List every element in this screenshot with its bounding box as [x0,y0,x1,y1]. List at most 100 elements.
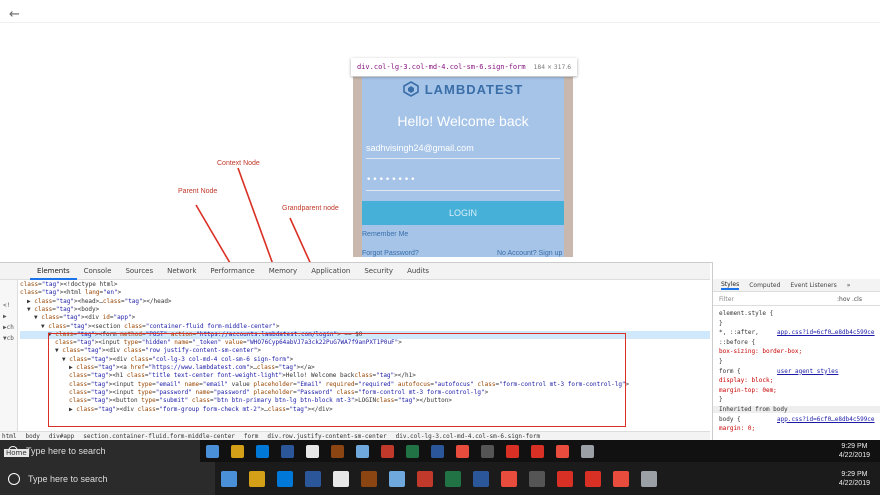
inherited-header: Inherited from body [713,406,880,413]
breadcrumb-item[interactable]: html [2,433,16,440]
taskbar-app-icon[interactable] [473,470,489,487]
taskbar-app-icon[interactable] [305,470,321,487]
devtools-tab-memory[interactable]: Memory [262,263,304,280]
taskbar-app-icon[interactable] [456,444,469,458]
gutter-item: ▼cb [3,335,14,342]
style-rule-line: } [719,319,723,327]
styles-tabbar: Styles Computed Event Listeners » [713,279,880,292]
styles-pane: Styles Computed Event Listeners» Filter :h… [712,262,880,440]
taskbar-app-icon[interactable] [529,470,545,487]
taskbar-apps [200,444,600,458]
dom-node[interactable]: ▼ class="tag"><div id="app"> [20,314,135,322]
taskbar-app-icon[interactable] [356,444,369,458]
style-rule-line: element.style { [719,310,774,317]
taskbar-app-icon[interactable] [506,444,519,458]
taskbar-search-2[interactable]: Type here to search [0,462,215,495]
style-rule-line: } [719,396,723,404]
dom-node[interactable]: ▶ class="tag"><head>…class="tag"></head> [20,298,172,306]
styles-tab[interactable]: Styles [721,281,740,290]
style-rule-line: ::before { [719,338,756,346]
taskbar-top: Type here to search 9:29 PM 4/22/2019 [0,440,880,462]
clock-2[interactable]: 9:29 PM 4/22/2019 [839,470,870,488]
highlight-box [48,333,626,427]
clock-time-2: 9:29 PM [841,470,868,478]
taskbar-app-icon[interactable] [641,470,657,487]
taskbar-app-icon[interactable] [556,444,569,458]
style-rule-line: } [719,358,723,365]
breadcrumb-item[interactable]: div.row.justify-content-sm-center [267,433,386,440]
styles-tab[interactable]: Event Listeners [790,282,836,289]
dom-node[interactable]: ▼ class="tag"><section class="container-… [20,323,279,331]
dom-gutter: <! ▶ ▶ch ▼cb [0,280,18,436]
styles-tab[interactable]: » [847,282,851,289]
taskbar-app-icon[interactable] [206,444,219,458]
taskbar-app-icon[interactable] [281,444,294,458]
taskbar-app-icon[interactable] [333,470,349,487]
taskbar-bottom: Type here to search 9:29 PM 4/22/2019 [0,462,880,495]
clock-date: 4/22/2019 [838,452,870,459]
style-rule-line: box-sizing: border-box; [719,348,803,356]
breadcrumb-item[interactable]: div#app [49,433,74,440]
devtools-tab-elements[interactable]: Elements [30,263,77,280]
taskbar-app-icon[interactable] [613,470,629,487]
stylesheet-link[interactable]: app.css?id=6cf0…e8db4c599ce [777,416,875,423]
devtools-tab-performance[interactable]: Performance [203,263,261,280]
taskbar-app-icon[interactable] [431,444,444,458]
style-rule-line: *, ::after, app.css?id=6cf0…e8db4c599ce [719,329,875,337]
style-rule-line: margin: 0; [719,425,756,433]
devtools-tab-network[interactable]: Network [160,263,203,280]
devtools-tabbar: Elements Console Sources Network Performance… [0,263,710,280]
taskbar-app-icon[interactable] [481,444,494,458]
dom-node[interactable]: class="tag"><html lang="en"> [20,289,121,297]
taskbar-app-icon[interactable] [581,444,594,458]
style-rule-line: display: block; [719,377,774,385]
taskbar-app-icon[interactable] [406,444,419,458]
taskbar-apps-2 [215,470,663,487]
gutter-item: ▶ch [3,324,14,331]
taskbar-app-icon[interactable] [531,444,544,458]
style-rule-line: margin-top: 0em; [719,386,777,394]
taskbar-app-icon[interactable] [277,470,293,487]
devtools-tab-security[interactable]: Security [357,263,400,280]
breadcrumb-item[interactable]: form [244,433,258,440]
taskbar-app-icon[interactable] [361,470,377,487]
taskbar-app-icon[interactable] [557,470,573,487]
breadcrumb-item[interactable]: section.container-fluid.form-middle-cent… [83,433,235,440]
dom-node[interactable]: class="tag"><!doctype html> [20,281,118,289]
style-rules: element.style {}*, ::after, app.css?id=6c… [713,310,880,438]
taskbar-app-icon[interactable] [306,444,319,458]
dom-node[interactable]: ▼ class="tag"><body> [20,306,99,314]
taskbar-app-icon[interactable] [501,470,517,487]
clock-date-2: 4/22/2019 [838,479,870,487]
taskbar-app-icon[interactable] [221,470,237,487]
taskbar-app-icon[interactable] [231,444,244,458]
breadcrumb-item[interactable]: div.col-lg-3.col-md-4.col-sm-6.sign-form [396,433,541,440]
taskbar-app-icon[interactable] [381,444,394,458]
styles-tab[interactable]: Computed [749,282,780,289]
taskbar-search[interactable]: Type here to search [0,440,200,462]
stylesheet-link[interactable]: app.css?id=6cf0…e8db4c599ce [777,329,875,336]
devtools-tab-application[interactable]: Application [304,263,357,280]
devtools-tab-audits[interactable]: Audits [400,263,436,280]
devtools-tab-console[interactable]: Console [77,263,119,280]
stylesheet-link[interactable]: user agent styles [777,368,838,375]
taskbar-app-icon[interactable] [389,470,405,487]
search-placeholder: Type here to search [26,446,106,456]
taskbar-app-icon[interactable] [585,470,601,487]
gutter-item: ▶ [3,313,7,320]
taskbar-app-icon[interactable] [249,470,265,487]
taskbar-app-icon[interactable] [417,470,433,487]
cortana-icon [8,472,20,485]
hov-cls-toggle[interactable]: :hov .cls [837,296,862,303]
taskbar-app-icon[interactable] [331,444,344,458]
devtools-tab-sources[interactable]: Sources [118,263,160,280]
style-rule-line: body {app.css?id=6cf0…e8db4c599ce [719,415,875,423]
style-rule-line: form {user agent styles [719,367,839,375]
taskbar-app-icon[interactable] [256,444,269,458]
taskbar-app-icon[interactable] [445,470,461,487]
breadcrumb-item[interactable]: body [25,433,39,440]
clock[interactable]: 9:29 PM 4/22/2019 [839,442,870,460]
home-label: Home [4,449,29,457]
clock-time: 9:29 PM [841,443,868,450]
gutter-item: <! [3,302,11,309]
